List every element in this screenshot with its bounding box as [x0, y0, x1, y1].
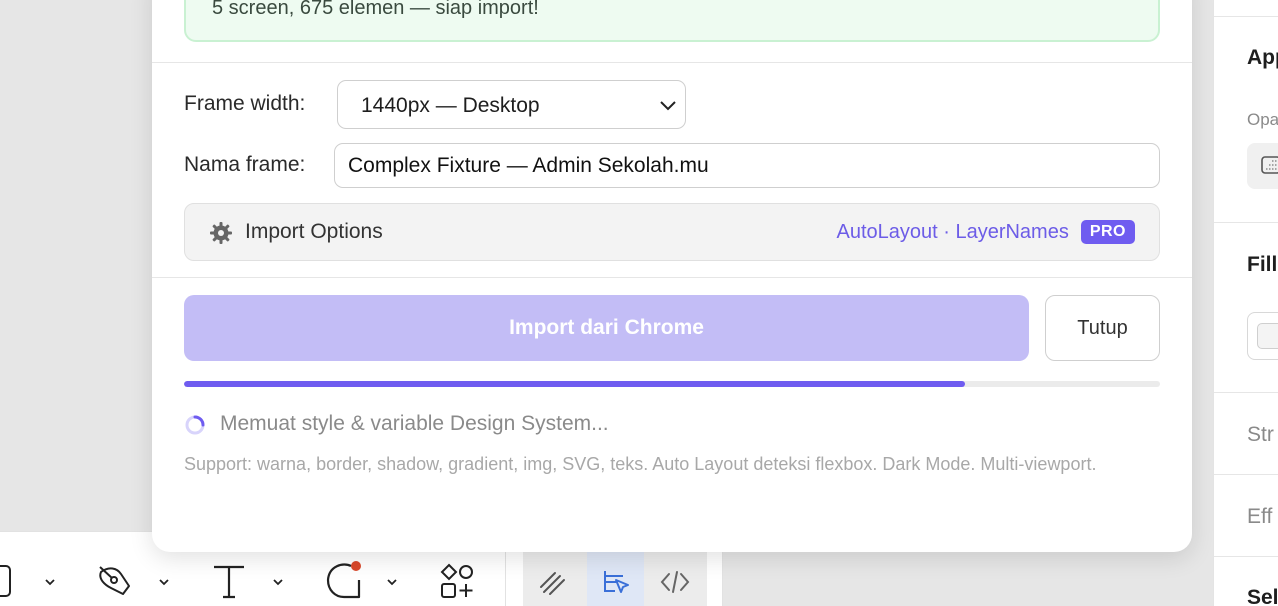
success-message: 5 screen, 675 elemen — siap import! — [212, 0, 539, 19]
effects-section-title: Eff — [1247, 505, 1273, 528]
frame-width-label: Frame width: — [184, 92, 306, 115]
panel-divider — [1214, 556, 1278, 557]
gear-icon — [210, 222, 232, 244]
pro-badge: PRO — [1080, 220, 1135, 244]
panel-divider — [1214, 222, 1278, 223]
import-from-chrome-button[interactable]: Import dari Chrome — [184, 295, 1029, 361]
dev-mode-tool-button[interactable] — [659, 566, 691, 598]
design-mode-icon — [604, 571, 629, 593]
notification-dot — [351, 561, 361, 571]
fill-color-swatch[interactable] — [1257, 323, 1278, 349]
pen-tool-button[interactable] — [95, 562, 135, 602]
import-options-summary: AutoLayout · LayerNames PRO — [836, 220, 1135, 244]
section-divider — [152, 62, 1192, 63]
chevron-down-icon — [660, 101, 676, 111]
panel-divider — [1214, 16, 1278, 17]
import-progress-bar — [184, 381, 1160, 387]
appearance-section-title: App — [1247, 46, 1278, 69]
panel-divider — [1214, 474, 1278, 475]
loading-spinner-icon — [185, 415, 205, 435]
frame-name-input[interactable] — [334, 143, 1160, 188]
frame-name-label: Nama frame: — [184, 153, 306, 176]
shape-icon — [326, 561, 361, 599]
components-tool-button[interactable] — [438, 562, 476, 600]
import-options-toggle[interactable]: Import Options AutoLayout · LayerNames P… — [184, 203, 1160, 261]
design-mode-tool-button[interactable] — [599, 566, 633, 598]
selection-section-title: Sel — [1247, 586, 1278, 606]
frame-tool-dropdown[interactable] — [42, 574, 58, 590]
pen-icon — [99, 566, 130, 595]
chevron-down-icon — [159, 579, 169, 586]
shape-tool-dropdown[interactable] — [384, 574, 400, 590]
loading-status: Memuat style & variable Design System... — [220, 412, 609, 435]
text-icon — [214, 565, 244, 599]
draw-tool-button[interactable] — [537, 566, 569, 598]
text-tool-button[interactable] — [210, 562, 248, 602]
close-button[interactable]: Tutup — [1045, 295, 1160, 361]
stroke-section-title: Str — [1247, 423, 1274, 446]
chevron-down-icon — [45, 579, 55, 586]
import-dialog: 5 screen, 675 elemen — siap import! Fram… — [152, 0, 1192, 552]
frame-tool-button[interactable] — [0, 564, 18, 598]
support-note: Support: warna, border, shadow, gradient… — [184, 454, 1097, 474]
import-options-label: Import Options — [245, 220, 383, 243]
opacity-label: Opa — [1247, 110, 1278, 129]
success-banner: 5 screen, 675 elemen — siap import! — [184, 0, 1160, 42]
panel-divider — [1214, 392, 1278, 393]
import-options-features: AutoLayout · LayerNames — [836, 220, 1069, 243]
shape-tool-button[interactable] — [323, 558, 365, 602]
chevron-down-icon — [273, 579, 283, 586]
text-tool-dropdown[interactable] — [270, 574, 286, 590]
components-icon — [440, 563, 473, 598]
chevron-down-icon — [387, 579, 397, 586]
draw-icon — [540, 572, 565, 595]
frame-width-select[interactable]: 1440px — Desktop — [337, 80, 686, 129]
pen-tool-dropdown[interactable] — [156, 574, 172, 590]
section-divider — [152, 277, 1192, 278]
code-icon — [660, 571, 690, 593]
frame-width-selected-value: 1440px — Desktop — [361, 94, 540, 117]
opacity-icon — [1261, 156, 1278, 174]
frame-icon — [0, 565, 11, 597]
import-progress-fill — [184, 381, 965, 387]
properties-panel: App Opa Fill Str Eff Sel — [1213, 0, 1278, 606]
fill-section-title: Fill — [1247, 253, 1278, 276]
